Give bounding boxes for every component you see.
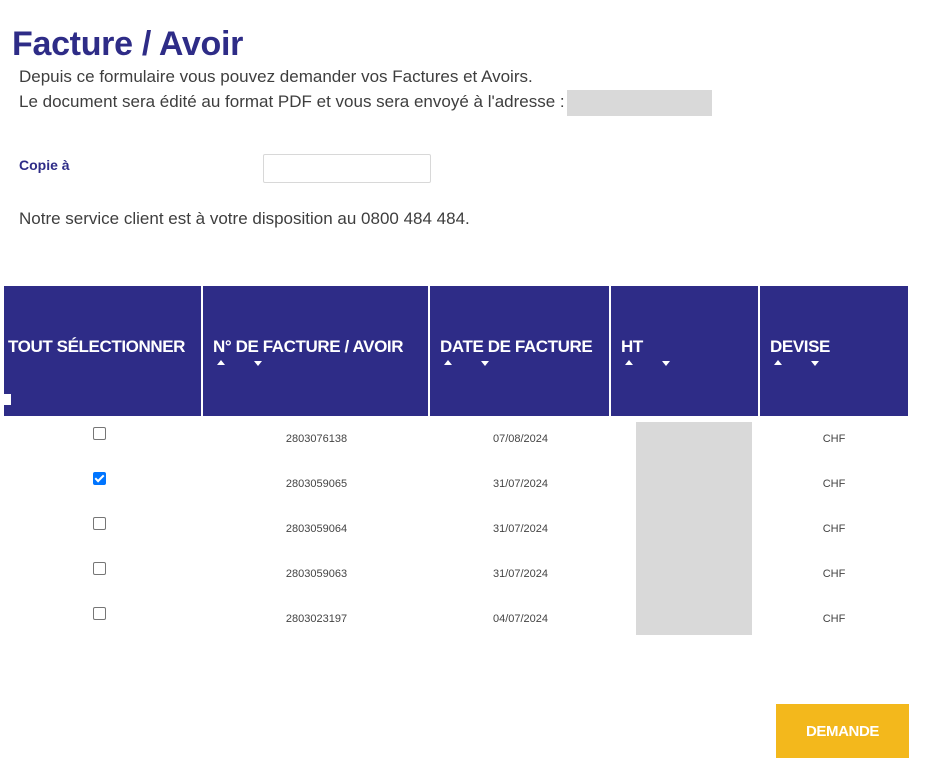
row-select-cell [4,596,194,641]
table-row: 2803023197 04/07/2024 CHF [4,596,908,641]
sort-controls [774,360,819,366]
copie-input[interactable] [263,154,431,183]
column-header-devise[interactable]: DEVISE [760,286,908,416]
invoice-devise: CHF [822,477,846,490]
column-header-ht[interactable]: HT [611,286,760,416]
invoice-number: 2803023197 [285,612,348,625]
row-checkbox[interactable] [92,426,106,440]
select-all-checkbox[interactable] [4,394,11,405]
sort-controls [217,360,262,366]
column-header-label: N° DE FACTURE / AVOIR [213,337,404,356]
row-checkbox[interactable] [92,561,106,575]
sort-desc-icon[interactable] [254,361,262,366]
sort-desc-icon[interactable] [481,361,489,366]
sort-asc-icon[interactable] [217,360,225,365]
invoice-number: 2803076138 [285,432,348,445]
sort-controls [625,360,670,366]
row-checkbox[interactable] [92,516,106,530]
column-header-date[interactable]: DATE DE FACTURE [430,286,611,416]
row-select-cell [4,551,194,596]
redacted-email [566,89,712,116]
page-title: Facture / Avoir [12,24,244,63]
invoice-date: 31/07/2024 [492,567,549,580]
sort-asc-icon[interactable] [625,360,633,365]
table-row: 2803059065 31/07/2024 CHF [4,461,908,506]
table-body: 2803076138 07/08/2024 CHF 2803059065 31/… [4,416,908,641]
sort-controls [444,360,489,366]
invoice-number: 2803059065 [285,477,348,490]
table-header: TOUT SÉLECTIONNER N° DE FACTURE / AVOIR … [4,286,908,416]
column-header-number[interactable]: N° DE FACTURE / AVOIR [203,286,430,416]
table-row: 2803059064 31/07/2024 CHF [4,506,908,551]
invoice-date: 04/07/2024 [492,612,549,625]
invoice-devise: CHF [822,612,846,625]
column-header-label: HT [621,337,643,356]
invoice-number: 2803059063 [285,567,348,580]
intro-line-1: Depuis ce formulaire vous pouvez demande… [19,67,533,86]
row-select-cell [4,506,194,551]
invoice-date: 31/07/2024 [492,522,549,535]
intro-line-2-text: Le document sera édité au format PDF et … [19,92,565,111]
sort-asc-icon[interactable] [774,360,782,365]
copie-label: Copie à [19,157,70,173]
row-select-cell [4,461,194,506]
invoice-table: TOUT SÉLECTIONNER N° DE FACTURE / AVOIR … [4,286,908,641]
invoice-number: 2803059064 [285,522,348,535]
sort-desc-icon[interactable] [811,361,819,366]
invoice-date: 31/07/2024 [492,477,549,490]
intro-line-2: Le document sera édité au format PDF et … [19,89,712,116]
support-text: Notre service client est à votre disposi… [19,209,470,228]
table-row: 2803076138 07/08/2024 CHF [4,416,908,461]
row-checkbox[interactable] [92,471,106,485]
column-header-label: TOUT SÉLECTIONNER [8,337,186,356]
row-select-cell [4,416,194,461]
invoice-devise: CHF [822,522,846,535]
column-header-label: DEVISE [770,337,830,356]
sort-desc-icon[interactable] [662,361,670,366]
invoice-devise: CHF [822,432,846,445]
row-checkbox[interactable] [92,606,106,620]
intro-text: Depuis ce formulaire vous pouvez demande… [19,64,712,116]
invoice-date: 07/08/2024 [492,432,549,445]
column-header-select-all[interactable]: TOUT SÉLECTIONNER [4,286,203,416]
sort-asc-icon[interactable] [444,360,452,365]
column-header-label: DATE DE FACTURE [440,337,593,356]
demande-button[interactable]: DEMANDE [776,704,909,758]
table-row: 2803059063 31/07/2024 CHF [4,551,908,596]
invoice-devise: CHF [822,567,846,580]
